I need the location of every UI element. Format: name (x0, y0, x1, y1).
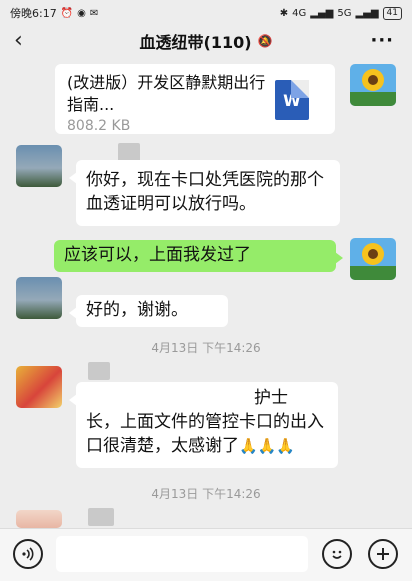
redacted-name-2 (88, 362, 110, 380)
status-bar: 傍晚6:17 ⏰ ◉ ✉ ✱ 4G ▂▄▆ 5G ▂▄▆ 41 (0, 0, 412, 26)
sunflower-icon (350, 69, 396, 106)
mute-icon: 🔕 (257, 34, 273, 48)
sunflower-icon (350, 243, 396, 280)
chat-header: ‹ 血透纽带(110) 🔕 ··· (0, 26, 412, 56)
avatar-member-1b[interactable] (16, 277, 62, 319)
message-text-3: 好的，谢谢。 (86, 300, 188, 320)
bluetooth-icon: ✱ (279, 7, 289, 19)
input-bar (0, 528, 412, 581)
avatar-member-1[interactable] (16, 145, 62, 187)
emoji-icon[interactable] (322, 539, 352, 569)
more-icon[interactable]: ··· (370, 30, 394, 51)
message-bubble-4[interactable]: 护士 长，上面文件的管控卡口的出入口很清楚，太感谢了🙏🙏🙏 (69, 382, 338, 468)
battery-icon: 41 (382, 6, 402, 20)
plus-icon[interactable] (368, 539, 398, 569)
signal-icon: ▂▄▆ (310, 7, 334, 19)
message-text-2: 应该可以，上面我发过了 (64, 245, 251, 265)
message-input[interactable] (56, 536, 308, 572)
chat-title: 血透纽带(110) (139, 33, 252, 52)
file-size: 808.2 KB (67, 118, 131, 134)
plus-sign-icon (377, 548, 389, 560)
file-message[interactable]: (改进版）开发区静默期出行指南... 808.2 KB W (55, 64, 335, 134)
back-icon[interactable]: ‹ (14, 28, 23, 53)
message-bubble-2[interactable]: 应该可以，上面我发过了 (54, 240, 343, 272)
message-bubble-1[interactable]: 你好，现在卡口处凭医院的那个血透证明可以放行吗。 (69, 160, 340, 226)
avatar-self[interactable] (350, 64, 396, 106)
timestamp-1: 4月13日 下午14:26 (151, 341, 261, 355)
avatar-member-3[interactable] (16, 510, 62, 528)
redacted-name-3 (88, 508, 114, 526)
timestamp-2: 4月13日 下午14:26 (151, 487, 261, 501)
voice-wave-icon (22, 547, 34, 561)
signal-icon-2: ▂▄▆ (355, 7, 379, 19)
avatar-self-2[interactable] (350, 238, 396, 280)
message-bubble-3[interactable]: 好的，谢谢。 (69, 295, 228, 327)
network-label-1: 4G (292, 7, 307, 19)
message-text-1: 你好，现在卡口处凭医院的那个血透证明可以放行吗。 (86, 170, 324, 214)
voice-icon[interactable] (13, 539, 43, 569)
avatar-member-2[interactable] (16, 366, 62, 408)
word-document-icon: W (275, 80, 309, 120)
messenger-icon: ✉ (89, 7, 99, 19)
alarm-icon: ⏰ (60, 7, 74, 19)
hands-icon: 🙏🙏🙏 (239, 437, 296, 455)
smiley-face-icon (332, 550, 342, 559)
file-name: (改进版）开发区静默期出行指南... (67, 73, 266, 114)
message-text-4a: 护士 (254, 388, 288, 408)
status-time: 傍晚6:17 (10, 7, 57, 20)
network-label-2: 5G (337, 7, 352, 19)
location-icon: ◉ (77, 7, 86, 19)
